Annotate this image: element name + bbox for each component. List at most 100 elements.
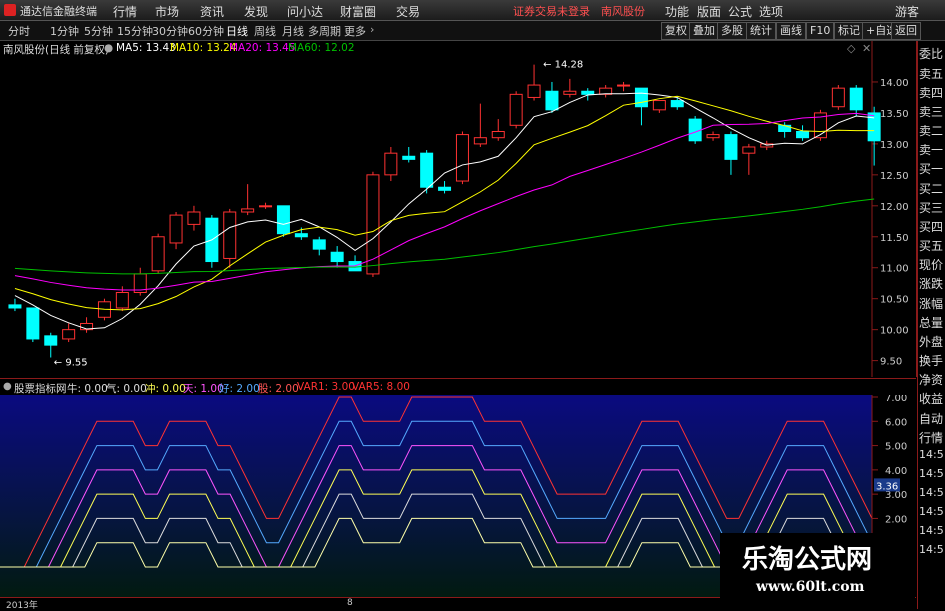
tab-60min[interactable]: 60分钟 bbox=[188, 23, 224, 39]
sidebar-item[interactable]: 总量 bbox=[919, 314, 943, 331]
login-notice[interactable]: 证券交易未登录 南风股份 bbox=[513, 3, 645, 19]
candle-body bbox=[151, 236, 165, 272]
menu-item-quotes[interactable]: 行情 bbox=[113, 3, 137, 20]
sidebar-item[interactable]: 买五 bbox=[919, 237, 943, 254]
settings-dot-icon[interactable]: ● bbox=[3, 381, 12, 392]
y-tick-label: 13.00 bbox=[880, 140, 909, 151]
sidebar-item[interactable]: 卖二 bbox=[919, 122, 943, 139]
menu-item-market[interactable]: 市场 bbox=[155, 3, 179, 20]
f10-button[interactable]: F10 bbox=[806, 22, 835, 40]
sidebar-item[interactable]: 委比 bbox=[919, 45, 943, 62]
menu-item-wealth[interactable]: 财富圈 bbox=[340, 3, 376, 20]
tab-30min[interactable]: 30分钟 bbox=[152, 23, 188, 39]
settings-dot-icon[interactable]: ● bbox=[104, 42, 113, 54]
sidebar-item[interactable]: 14:5 bbox=[919, 486, 944, 499]
indicator-name: 股票指标网 bbox=[14, 383, 67, 395]
sidebar-item[interactable]: 现价 bbox=[919, 256, 943, 273]
tab-monthly[interactable]: 月线 bbox=[282, 23, 304, 39]
price-chart-panel[interactable]: 9.50 10.00 10.50 11.00 11.50 12.00 12.50 13.00 1… bbox=[0, 41, 917, 377]
menu-item-news[interactable]: 资讯 bbox=[200, 3, 224, 20]
sidebar-item[interactable]: 卖四 bbox=[919, 84, 943, 101]
candle-body bbox=[831, 87, 845, 108]
menu-item-ask[interactable]: 问小达 bbox=[287, 3, 323, 20]
candle-body bbox=[402, 155, 416, 160]
indicator-y-tick-label: 6.00 bbox=[885, 417, 907, 428]
y-tick-label: 9.50 bbox=[880, 357, 902, 368]
tab-daily[interactable]: 日线 bbox=[226, 23, 248, 39]
candle-body bbox=[724, 134, 738, 160]
candlestick-chart: 9.50 10.00 10.50 11.00 11.50 12.00 12.50 13.00 1… bbox=[8, 41, 909, 377]
ma20-label: MA20: 13.45 bbox=[229, 42, 296, 54]
chevron-right-icon[interactable]: › bbox=[370, 23, 374, 36]
candle-body bbox=[581, 90, 595, 95]
tab-multi-period[interactable]: 多周期 bbox=[308, 23, 341, 39]
overlay-button[interactable]: 叠加 bbox=[689, 22, 719, 40]
tab-15min[interactable]: 15分钟 bbox=[117, 23, 153, 39]
sidebar-item[interactable]: 卖五 bbox=[919, 65, 943, 82]
candle-body bbox=[241, 208, 255, 213]
sidebar-item[interactable]: 外盘 bbox=[919, 333, 943, 350]
menu-item-layout[interactable]: 版面 bbox=[697, 3, 721, 20]
adjust-button[interactable]: 复权 bbox=[661, 22, 691, 40]
sidebar-item[interactable]: 换手 bbox=[919, 352, 943, 369]
indicator-value-chong: 冲: 0.00 bbox=[145, 383, 186, 395]
sidebar-item[interactable]: 净资 bbox=[919, 371, 943, 388]
menu-item-formula[interactable]: 公式 bbox=[728, 3, 752, 20]
indicator-value-tian: 天: 1.00 bbox=[183, 383, 224, 395]
menu-item-trade[interactable]: 交易 bbox=[396, 3, 420, 20]
sidebar-item[interactable]: 卖三 bbox=[919, 103, 943, 120]
menu-item-guest[interactable]: 游客 bbox=[895, 3, 919, 20]
candle-body bbox=[849, 87, 863, 111]
indicator-value-var1: VAR1: 3.00 bbox=[297, 381, 355, 393]
sidebar-item[interactable]: 买一 bbox=[919, 160, 943, 177]
close-icon[interactable]: ✕ bbox=[862, 42, 871, 55]
candle-body bbox=[294, 233, 308, 238]
y-tick-label: 14.00 bbox=[880, 78, 909, 89]
tab-5min[interactable]: 5分钟 bbox=[84, 23, 113, 39]
draw-line-button[interactable]: 画线 bbox=[776, 22, 806, 40]
watermark-url: www.60lt.com bbox=[756, 579, 865, 595]
tab-weekly[interactable]: 周线 bbox=[254, 23, 276, 39]
sidebar-item[interactable]: 买三 bbox=[919, 199, 943, 216]
statistics-button[interactable]: 统计 bbox=[746, 22, 776, 40]
menu-item-discover[interactable]: 发现 bbox=[244, 3, 268, 20]
sidebar-item[interactable]: 14:5 bbox=[919, 543, 944, 556]
sidebar-item[interactable]: 买四 bbox=[919, 218, 943, 235]
tab-intraday[interactable]: 分时 bbox=[8, 23, 30, 39]
indicator-value-niu: 牛: 0.00 bbox=[67, 383, 108, 395]
back-button[interactable]: 返回 bbox=[891, 22, 921, 40]
tab-1min[interactable]: 1分钟 bbox=[50, 23, 79, 39]
indicator-y-tick-label: 7.00 bbox=[885, 395, 907, 404]
sidebar-item[interactable]: 自动 bbox=[919, 410, 943, 427]
year-label: 2013年 bbox=[6, 601, 38, 611]
sidebar-item[interactable]: 14:5 bbox=[919, 467, 944, 480]
ma5-line bbox=[14, 92, 875, 330]
candle-body bbox=[115, 292, 129, 309]
candle-body bbox=[455, 134, 469, 182]
multi-stock-button[interactable]: 多股 bbox=[717, 22, 747, 40]
y-tick-label: 12.50 bbox=[880, 171, 909, 182]
watermark-title: 乐淘公式网 bbox=[742, 545, 873, 575]
sidebar-item[interactable]: 14:5 bbox=[919, 524, 944, 537]
current-value-label: 3.36 bbox=[876, 481, 898, 492]
sidebar-item[interactable]: 行情 bbox=[919, 429, 943, 446]
sidebar-item[interactable]: 买二 bbox=[919, 180, 943, 197]
menu-item-function[interactable]: 功能 bbox=[665, 3, 689, 20]
sidebar-item[interactable]: 涨幅 bbox=[919, 295, 943, 312]
mark-button[interactable]: 标记 bbox=[834, 22, 864, 40]
candle-body bbox=[796, 131, 810, 139]
sidebar-item[interactable]: 卖一 bbox=[919, 141, 943, 158]
tab-more[interactable]: 更多 bbox=[344, 23, 366, 39]
sidebar-item[interactable]: 14:5 bbox=[919, 448, 944, 461]
low-price-label: ← 9.55 bbox=[54, 358, 88, 369]
y-tick-label: 11.50 bbox=[880, 233, 909, 244]
menu-item-options[interactable]: 选项 bbox=[759, 3, 783, 20]
sidebar-item[interactable]: 14:5 bbox=[919, 505, 944, 518]
ma20-line bbox=[14, 112, 875, 291]
diamond-icon[interactable]: ◇ bbox=[847, 42, 855, 55]
candle-body bbox=[26, 307, 40, 340]
y-tick-label: 11.00 bbox=[880, 264, 909, 275]
y-tick-label: 10.00 bbox=[880, 326, 909, 337]
sidebar-item[interactable]: 涨跌 bbox=[919, 275, 943, 292]
sidebar-item[interactable]: 收益 bbox=[919, 390, 943, 407]
